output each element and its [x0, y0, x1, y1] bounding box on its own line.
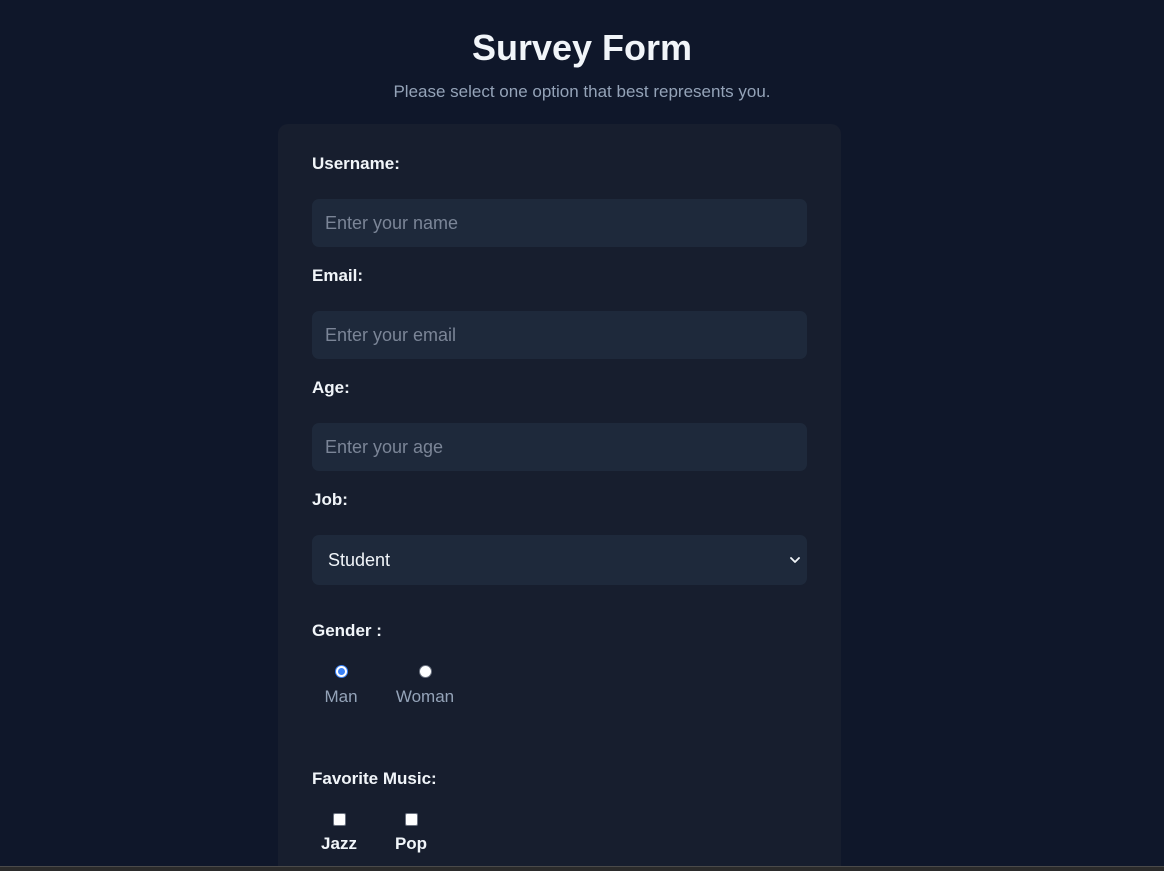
music-option-pop[interactable]: Pop: [376, 813, 446, 855]
music-label: Favorite Music:: [312, 769, 437, 788]
window-bottom-edge: [0, 866, 1164, 871]
page-subtitle: Please select one option that best repre…: [393, 82, 771, 101]
radio-woman[interactable]: [418, 665, 432, 678]
music-option-label: Jazz: [321, 834, 357, 853]
gender-option-man[interactable]: Man: [306, 665, 376, 708]
page-title: Survey Form: [471, 27, 693, 68]
checkbox-pop[interactable]: [404, 813, 418, 826]
gender-option-woman[interactable]: Woman: [390, 665, 460, 708]
radio-man[interactable]: [334, 665, 348, 678]
email-label: Email:: [312, 266, 364, 285]
age-label: Age:: [312, 378, 350, 397]
gender-option-label: Man: [324, 687, 358, 706]
survey-page: Survey Form Please select one option tha…: [0, 0, 1164, 871]
email-input[interactable]: [312, 311, 807, 359]
gender-option-label: Woman: [395, 687, 455, 706]
job-select[interactable]: Student: [312, 535, 807, 585]
username-input[interactable]: [312, 199, 807, 247]
age-input[interactable]: [312, 423, 807, 471]
chevron-down-icon: [789, 535, 801, 585]
checkbox-jazz[interactable]: [332, 813, 346, 826]
username-label: Username:: [312, 154, 400, 173]
music-option-label: Pop: [394, 834, 428, 853]
music-option-jazz[interactable]: Jazz: [304, 813, 374, 855]
gender-label: Gender :: [312, 621, 382, 640]
job-selected-value: Student: [328, 550, 391, 570]
job-label: Job:: [312, 490, 348, 509]
survey-form: Username: Email: Age: Job: Student Gende…: [278, 124, 841, 871]
